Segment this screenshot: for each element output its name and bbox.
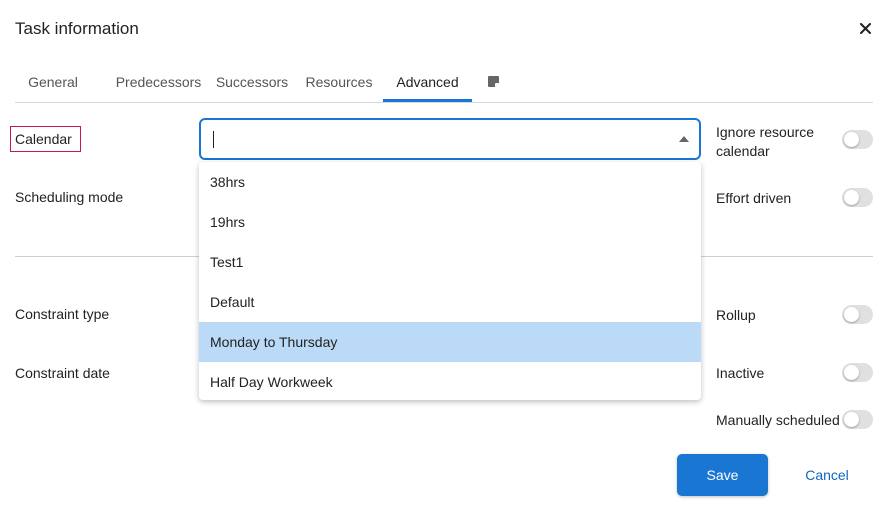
calendar-option[interactable]: 19hrs (199, 202, 701, 242)
calendar-dropdown-list: 38hrs 19hrs Test1 Default Monday to Thur… (199, 162, 701, 400)
rollup-toggle[interactable] (842, 305, 873, 324)
constraint-type-label: Constraint type (15, 306, 110, 322)
tab-resources[interactable]: Resources (304, 62, 374, 101)
task-information-dialog: Task information General Predecessors Su… (0, 0, 890, 509)
tab-predecessors[interactable]: Predecessors (101, 62, 216, 101)
calendar-label: Calendar (10, 126, 81, 152)
scheduling-mode-label: Scheduling mode (15, 189, 124, 205)
ignore-resource-calendar-label: Ignore resource calendar (716, 123, 814, 161)
dialog-title: Task information (15, 19, 139, 38)
calendar-option[interactable]: 38hrs (199, 162, 701, 202)
tab-successors[interactable]: Successors (210, 62, 294, 101)
ignore-resource-calendar-label-line1: Ignore resource (716, 124, 815, 140)
sticky-note-icon (487, 76, 499, 87)
effort-driven-toggle[interactable] (842, 188, 873, 207)
calendar-option[interactable]: Test1 (199, 242, 701, 282)
constraint-date-label: Constraint date (15, 365, 110, 381)
calendar-option[interactable]: Default (199, 282, 701, 322)
text-caret (213, 131, 214, 148)
caret-up-icon[interactable] (679, 136, 689, 142)
save-button[interactable]: Save (677, 454, 768, 496)
tab-general[interactable]: General (15, 62, 91, 101)
inactive-toggle[interactable] (842, 363, 873, 382)
calendar-option[interactable]: Half Day Workweek (199, 362, 701, 400)
tab-advanced[interactable]: Advanced (383, 62, 472, 102)
calendar-combobox[interactable] (199, 118, 701, 160)
manually-scheduled-toggle[interactable] (842, 410, 873, 429)
tab-notes[interactable] (481, 62, 505, 101)
inactive-label: Inactive (716, 365, 765, 381)
close-button[interactable] (855, 18, 875, 38)
cancel-button[interactable]: Cancel (787, 454, 867, 496)
effort-driven-label: Effort driven (716, 190, 792, 206)
ignore-resource-calendar-toggle[interactable] (842, 130, 873, 149)
manually-scheduled-label: Manually scheduled (716, 412, 840, 428)
rollup-label: Rollup (716, 307, 756, 323)
close-icon (859, 22, 871, 34)
calendar-option-highlighted[interactable]: Monday to Thursday (199, 322, 701, 362)
ignore-resource-calendar-label-line2: calendar (716, 143, 770, 159)
tab-bar: General Predecessors Successors Resource… (15, 62, 873, 103)
